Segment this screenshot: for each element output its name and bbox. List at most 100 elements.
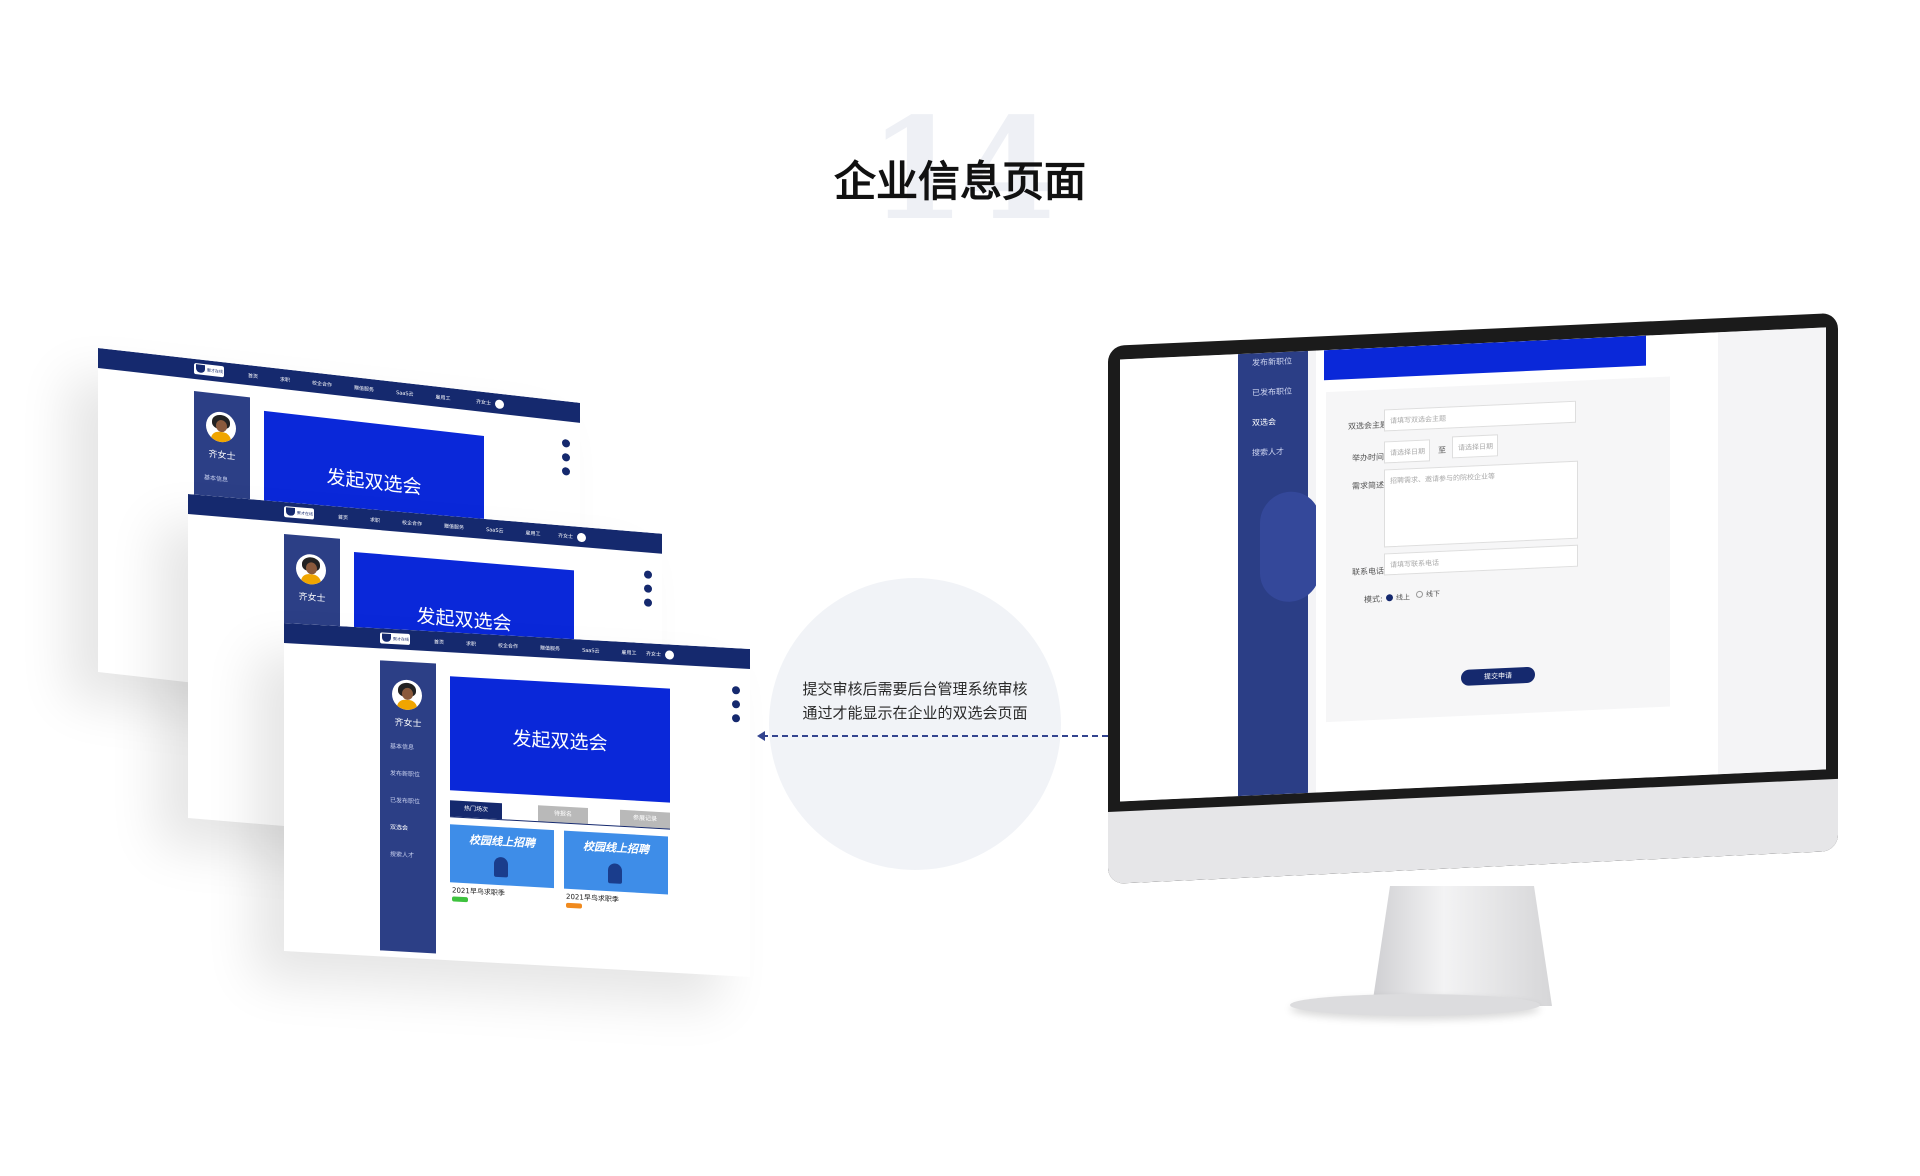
logo-text: 聚才在线 <box>297 510 313 517</box>
user-menu[interactable]: 齐女士 <box>557 531 586 543</box>
nav-item-saas[interactable]: SaaS云 <box>486 526 503 534</box>
logo-text: 聚才在线 <box>207 367 223 375</box>
shield-icon <box>196 364 205 374</box>
service-icon[interactable] <box>562 438 570 448</box>
nav-item-home[interactable]: 首页 <box>434 638 444 646</box>
sidebar-item-search-talent[interactable]: 搜索人才 <box>1252 446 1284 458</box>
nav-item-service[interactable]: 赠值服务 <box>540 644 560 652</box>
page-title: 企业信息页面 <box>833 157 1086 206</box>
sidebar-item-job-fair[interactable]: 双选会 <box>1252 416 1276 428</box>
shield-icon <box>286 507 295 516</box>
fair-card[interactable]: 校园线上招聘 2021早鸟求职季 <box>450 824 554 918</box>
nav-item-home[interactable]: 首页 <box>248 372 258 380</box>
sidebar-item-basic-info[interactable]: 基本信息 <box>390 741 420 752</box>
chat-icon[interactable] <box>732 700 740 709</box>
tool-rail <box>732 686 740 728</box>
monitor-stand <box>1372 886 1552 1006</box>
nav-item-saas[interactable]: SaaS云 <box>396 389 413 398</box>
user-menu[interactable]: 齐女士 <box>475 397 504 410</box>
top-icon[interactable] <box>644 598 652 607</box>
phone-input[interactable]: 请填写联系电话 <box>1384 544 1578 576</box>
top-icon[interactable] <box>732 714 740 723</box>
top-icon[interactable] <box>562 466 570 476</box>
shield-icon <box>382 633 391 642</box>
avatar <box>577 532 586 543</box>
nav-item-hire[interactable]: 雇用工 <box>526 529 541 537</box>
nav-item-service[interactable]: 赠值服务 <box>444 523 464 532</box>
avatar <box>665 650 674 660</box>
chat-icon[interactable] <box>644 584 652 593</box>
screen-mockup-front: 聚才在线 首页 求职 校企合作 赠值服务 SaaS云 雇用工 齐女士 齐女士 基… <box>284 623 750 978</box>
nav-item-service[interactable]: 赠值服务 <box>354 384 374 393</box>
avatar <box>296 553 326 586</box>
tool-rail <box>644 570 652 613</box>
nav-item-hire[interactable]: 雇用工 <box>436 393 451 402</box>
service-icon[interactable] <box>644 570 652 579</box>
site-logo[interactable]: 聚才在线 <box>380 632 410 646</box>
fair-card[interactable]: 校园线上招聘 2021早鸟求职季 <box>564 830 668 925</box>
sidebar-item-posted-jobs[interactable]: 已发布职位 <box>1252 386 1292 399</box>
sidebar: 齐女士 基本信息 发布新职位 已发布职位 双选会 搜索人才 <box>380 660 436 954</box>
desc-textarea[interactable]: 招聘需求、邀请参与的院校企业等 <box>1384 460 1578 548</box>
hero-banner <box>1324 335 1646 381</box>
start-date-input[interactable]: 请选择日期 <box>1384 439 1430 464</box>
nav-item-coop[interactable]: 校企合作 <box>312 379 332 388</box>
fair-card-image: 校园线上招聘 <box>564 830 668 895</box>
avatar <box>392 679 422 711</box>
note-line-1: 提交审核后需要后台管理系统审核 <box>802 680 1028 698</box>
time-label: 举办时间: <box>1352 452 1387 463</box>
sidebar-item-posted-jobs[interactable]: 已发布职位 <box>390 795 420 806</box>
mode-offline-radio[interactable]: 线下 <box>1416 589 1440 600</box>
status-badge <box>566 902 582 909</box>
fair-tabs: 热门场次 待报名 参展记录 <box>450 800 670 829</box>
sidebar-item-post-job[interactable]: 发布新职位 <box>390 768 420 779</box>
nav-item-hire[interactable]: 雇用工 <box>622 649 637 657</box>
nav-item-job[interactable]: 求职 <box>466 640 476 648</box>
submit-button[interactable]: 提交申请 <box>1461 666 1535 686</box>
user-menu[interactable]: 齐女士 <box>646 649 674 660</box>
nav-item-job[interactable]: 求职 <box>370 516 380 524</box>
note-line-2: 通过才能显示在企业的双选会页面 <box>802 704 1028 722</box>
nav-item-coop[interactable]: 校企合作 <box>498 642 518 650</box>
nav-item-job[interactable]: 求职 <box>280 376 290 384</box>
top-nav: 聚才在线 首页 求职 校企合作 赠值服务 SaaS云 雇用工 齐女士 <box>98 348 580 423</box>
nav-item-saas[interactable]: SaaS云 <box>582 647 599 655</box>
nav-menu: 首页 求职 校企合作 赠值服务 SaaS云 雇用工 <box>248 372 451 402</box>
user-name: 齐女士 <box>645 651 661 659</box>
monitor-mockup: 发布新职位 已发布职位 双选会 搜索人才 双选会主题: 请填写双选会主题 举办时… <box>1108 312 1838 884</box>
mode-online-radio[interactable]: 线上 <box>1386 592 1410 603</box>
user-name: 齐女士 <box>557 533 573 541</box>
sidebar-user-name: 齐女士 <box>394 718 422 730</box>
topic-input[interactable]: 请填写双选会主题 <box>1384 400 1576 432</box>
end-date-input[interactable]: 请选择日期 <box>1452 434 1498 459</box>
arrow-left-icon <box>757 731 765 741</box>
logo-text: 聚才在线 <box>393 636 409 642</box>
job-fair-form: 双选会主题: 请填写双选会主题 举办时间: 请选择日期 至 请选择日期 需求简述… <box>1326 376 1670 723</box>
sidebar-item-search-talent[interactable]: 搜索人才 <box>390 849 420 860</box>
sidebar-item-basic-info[interactable]: 基本信息 <box>204 472 228 484</box>
nav-menu: 首页 求职 校企合作 赠值服务 SaaS云 雇用工 <box>434 638 637 656</box>
fair-card-image: 校园线上招聘 <box>450 824 554 889</box>
sidebar-item-job-fair[interactable]: 双选会 <box>390 822 420 833</box>
avatar <box>495 399 504 410</box>
status-badge <box>452 896 468 903</box>
avatar <box>206 410 236 444</box>
sidebar-item-post-job[interactable]: 发布新职位 <box>1252 356 1292 369</box>
phone-label: 联系电话: <box>1352 566 1387 577</box>
hero-banner: 发起双选会 <box>450 676 670 803</box>
site-logo[interactable]: 聚才在线 <box>284 506 314 520</box>
nav-item-coop[interactable]: 校企合作 <box>402 519 422 528</box>
desc-label: 需求简述: <box>1352 480 1387 491</box>
user-name: 齐女士 <box>475 399 491 407</box>
date-range-separator: 至 <box>1438 445 1446 456</box>
monitor-screen: 发布新职位 已发布职位 双选会 搜索人才 双选会主题: 请填写双选会主题 举办时… <box>1120 327 1826 802</box>
job-fair-form-page: 双选会主题: 请填写双选会主题 举办时间: 请选择日期 至 请选择日期 需求简述… <box>1316 332 1718 793</box>
nav-item-home[interactable]: 首页 <box>338 514 348 522</box>
sidebar-user-name: 齐女士 <box>298 592 326 605</box>
service-icon[interactable] <box>732 686 740 695</box>
page-heading: 14 企业信息页面 <box>0 100 1920 240</box>
site-logo[interactable]: 聚才在线 <box>194 362 224 378</box>
tool-rail <box>562 438 570 482</box>
sidebar-user-name: 齐女士 <box>208 449 236 463</box>
chat-icon[interactable] <box>562 452 570 462</box>
